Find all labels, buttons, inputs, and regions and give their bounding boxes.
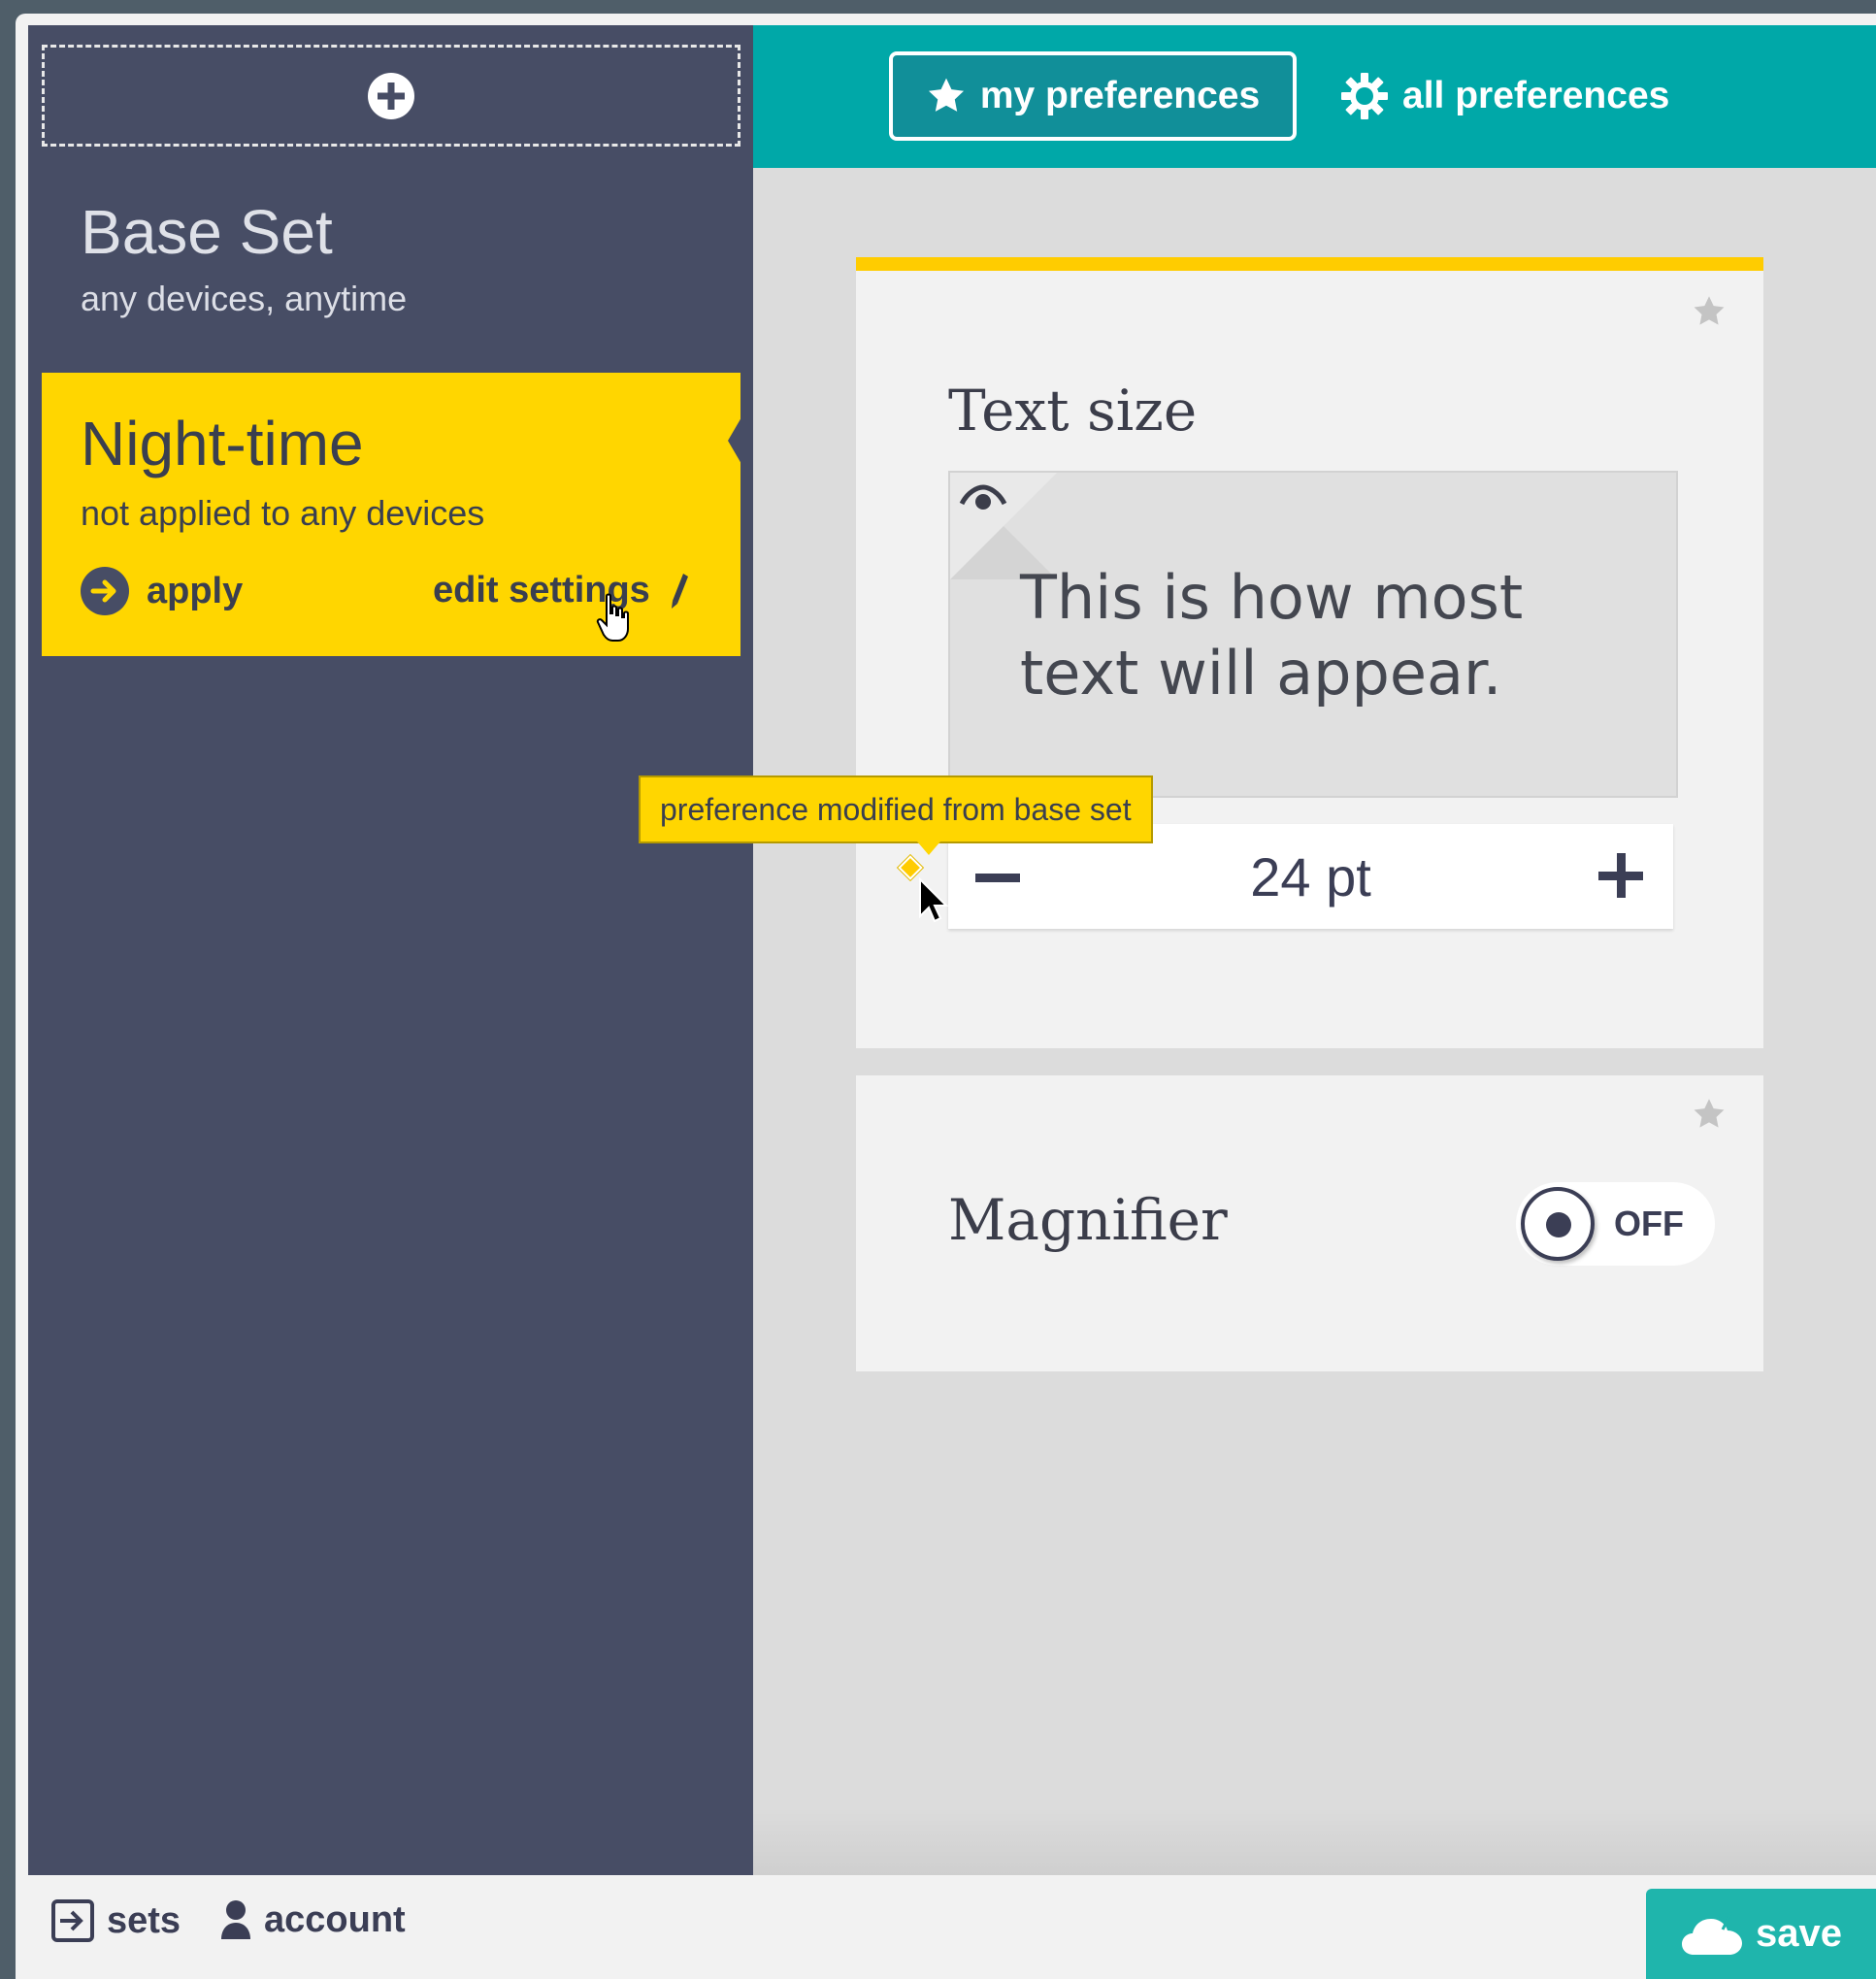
save-button[interactable]: save <box>1646 1889 1876 1979</box>
text-size-value: 24 pt <box>1250 846 1371 907</box>
text-size-card: Text size This is how most text will app… <box>856 257 1763 1048</box>
tab-my-preferences[interactable]: my preferences <box>889 51 1297 141</box>
eye-icon[interactable] <box>958 482 1008 515</box>
tab-all-preferences[interactable]: all preferences <box>1340 51 1669 141</box>
toggle-label: OFF <box>1614 1204 1684 1243</box>
arrow-cursor-icon <box>919 877 949 923</box>
gear-icon <box>1341 73 1388 119</box>
account-label: account <box>264 1898 406 1940</box>
plus-circle-icon <box>368 72 414 119</box>
save-label: save <box>1756 1912 1842 1955</box>
app-window: Base Set any devices, anytime Night-time… <box>16 14 1876 1979</box>
star-icon <box>928 78 964 112</box>
magnifier-title: Magnifier <box>948 1187 1228 1253</box>
pencil-icon <box>671 573 688 609</box>
apply-label: apply <box>147 570 244 611</box>
footer-bar: sets account save <box>16 1875 1876 1979</box>
toggle-knob <box>1521 1187 1595 1261</box>
tab-all-preferences-label: all preferences <box>1402 75 1670 116</box>
preview-text: This is how most text will appear. <box>1020 562 1524 709</box>
base-set-title: Base Set <box>81 197 333 267</box>
account-nav-button[interactable]: account <box>219 1898 406 1941</box>
favorite-star-icon[interactable] <box>1692 1097 1727 1132</box>
hand-cursor-icon <box>596 593 629 642</box>
preferences-panel: Text size This is how most text will app… <box>753 168 1876 1875</box>
magnifier-card: Magnifier OFF <box>856 1075 1763 1371</box>
night-time-set-item[interactable]: Night-time not applied to any devices ap… <box>42 373 741 656</box>
modified-tooltip: preference modified from base set <box>639 775 1153 855</box>
text-size-title: Text size <box>948 378 1198 444</box>
user-icon <box>221 1900 250 1939</box>
sets-nav-button[interactable]: sets <box>50 1898 181 1943</box>
night-set-title: Night-time <box>81 409 364 478</box>
apply-button[interactable]: apply <box>81 567 243 615</box>
preferences-tab-bar: my preferences all preferences <box>753 25 1876 168</box>
increase-button[interactable] <box>1598 853 1645 900</box>
text-size-preview: This is how most text will appear. <box>948 471 1678 798</box>
edit-settings-button[interactable]: edit settings <box>433 570 689 611</box>
sets-label: sets <box>107 1899 181 1941</box>
tab-my-preferences-label: my preferences <box>979 75 1261 116</box>
base-set-subtitle: any devices, anytime <box>81 279 408 318</box>
base-set-item[interactable]: Base Set any devices, anytime <box>81 195 407 321</box>
cloud-check-icon <box>1682 1911 1742 1955</box>
favorite-star-icon[interactable] <box>1692 294 1727 329</box>
magnifier-toggle[interactable]: OFF <box>1516 1182 1715 1266</box>
add-set-button[interactable] <box>42 45 741 147</box>
sets-sidebar: Base Set any devices, anytime Night-time… <box>28 25 753 1875</box>
arrow-right-circle-icon <box>81 567 129 615</box>
sets-icon <box>51 1899 94 1942</box>
night-set-subtitle: not applied to any devices <box>81 493 485 533</box>
modified-indicator-icon[interactable] <box>898 855 923 880</box>
